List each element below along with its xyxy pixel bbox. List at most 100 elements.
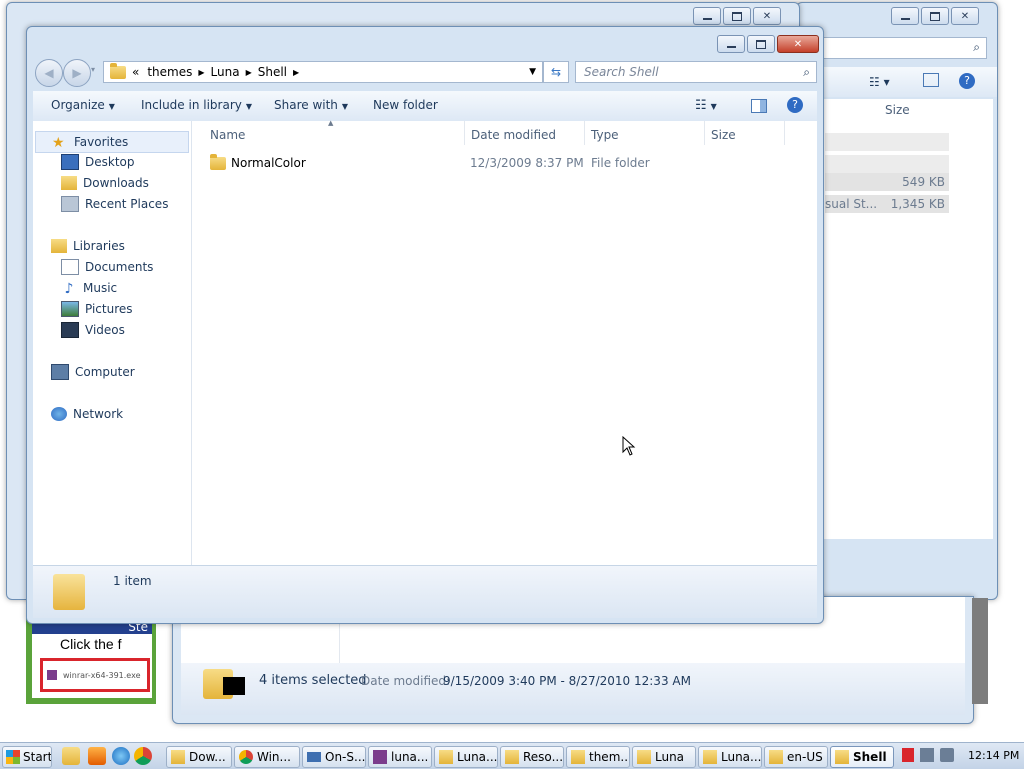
breadcrumb-prefix[interactable]: « <box>132 65 139 79</box>
taskbar-item-active[interactable]: Shell <box>830 746 894 768</box>
help-icon[interactable]: ? <box>959 73 975 89</box>
address-dropdown-icon[interactable]: ▼ <box>529 67 536 77</box>
breadcrumb-separator-icon[interactable]: ▶ <box>246 68 252 77</box>
nav-recent-places[interactable]: Recent Places <box>61 194 168 214</box>
nav-favorites[interactable]: ★ Favorites <box>35 131 189 153</box>
search-input[interactable]: Search Shell <box>584 65 659 79</box>
media-player-quicklaunch-icon[interactable] <box>88 747 106 765</box>
recent-pages-dropdown[interactable]: ▾ <box>91 65 95 74</box>
explorer-quicklaunch-icon[interactable] <box>62 747 80 765</box>
column-type[interactable]: Type <box>591 128 619 142</box>
column-name[interactable]: Name <box>210 128 245 142</box>
file-row[interactable]: NormalColor 12/3/2009 8:37 PM File folde… <box>206 153 806 173</box>
minimize-icon[interactable] <box>717 35 745 53</box>
windows-logo-icon <box>6 750 20 764</box>
breadcrumb-shell[interactable]: Shell <box>258 65 287 79</box>
taskbar-item[interactable]: Luna... <box>434 746 498 768</box>
breadcrumb-separator-icon[interactable]: ▶ <box>293 68 299 77</box>
taskbar-item[interactable]: Luna <box>632 746 696 768</box>
row-size: 549 KB <box>902 175 945 189</box>
background-file-box[interactable]: winrar-x64-391.exe <box>40 658 150 692</box>
network-icon[interactable] <box>920 748 934 762</box>
list-row[interactable]: 549 KB <box>825 173 949 191</box>
taskbar-item[interactable]: en-US <box>764 746 828 768</box>
flag-icon[interactable] <box>902 748 914 762</box>
address-bar[interactable]: « themes ▶ Luna ▶ Shell ▶ ▼ <box>103 61 543 83</box>
nav-music[interactable]: ♪ Music <box>61 278 118 298</box>
close-icon[interactable]: ✕ <box>753 7 781 25</box>
taskbar-item-label: Dow... <box>189 750 226 764</box>
nav-documents[interactable]: Documents <box>61 257 153 277</box>
forward-arrow-icon: ▶ <box>72 66 82 80</box>
share-with-button[interactable]: Share with ▼ <box>274 98 348 112</box>
minimize-icon[interactable] <box>891 7 919 25</box>
preview-pane-button[interactable] <box>751 99 767 113</box>
taskbar-item[interactable]: Reso... <box>500 746 564 768</box>
close-icon[interactable]: ✕ <box>951 7 979 25</box>
start-button[interactable]: Start <box>2 746 52 768</box>
preview-pane-icon <box>760 100 766 112</box>
nav-videos[interactable]: Videos <box>61 320 125 340</box>
taskbar-item-label: Luna... <box>457 750 498 764</box>
include-in-library-button[interactable]: Include in library ▼ <box>141 98 252 112</box>
column-date-modified[interactable]: Date modified <box>471 128 556 142</box>
taskbar: Start Dow... Win... On-S... luna... Luna… <box>0 742 1024 769</box>
sort-indicator-icon: ▲ <box>328 119 334 127</box>
folder-icon <box>171 750 185 764</box>
nav-libraries[interactable]: Libraries <box>51 236 125 256</box>
breadcrumb-luna[interactable]: Luna <box>211 65 240 79</box>
nav-computer-label: Computer <box>75 365 135 379</box>
nav-desktop[interactable]: Desktop <box>61 152 135 172</box>
taskbar-item[interactable]: Luna... <box>698 746 762 768</box>
background-file-name: winrar-x64-391.exe <box>63 670 141 680</box>
new-folder-button[interactable]: New folder <box>373 98 438 112</box>
folder-icon <box>835 750 849 764</box>
winrar-icon <box>47 670 57 680</box>
command-bar: Organize ▼ Include in library ▼ Share with… <box>33 91 817 122</box>
help-button[interactable]: ? <box>787 97 803 113</box>
change-view-button[interactable]: ☷ ▼ <box>695 98 717 113</box>
column-size[interactable]: Size <box>711 128 736 142</box>
background-content: Click the f winrar-x64-391.exe <box>32 634 152 698</box>
nav-network-label: Network <box>73 407 124 421</box>
nav-pictures[interactable]: Pictures <box>61 299 133 319</box>
taskbar-item[interactable]: On-S... <box>302 746 366 768</box>
breadcrumb-separator-icon[interactable]: ▶ <box>198 68 204 77</box>
preview-pane-icon[interactable] <box>923 73 939 87</box>
maximize-icon[interactable] <box>723 7 751 25</box>
libraries-icon <box>51 239 67 253</box>
nav-pictures-label: Pictures <box>85 302 133 316</box>
refresh-button[interactable]: ⇆ <box>543 61 569 83</box>
nav-downloads[interactable]: Downloads <box>61 173 149 193</box>
taskbar-item[interactable]: them... <box>566 746 630 768</box>
column-separator <box>704 121 705 145</box>
folder-icon <box>571 750 585 764</box>
taskbar-item[interactable]: luna... <box>368 746 432 768</box>
nav-favorites-label: Favorites <box>74 135 129 149</box>
close-icon[interactable]: ✕ <box>777 35 819 53</box>
taskbar-item[interactable]: Dow... <box>166 746 232 768</box>
clock[interactable]: 12:14 PM <box>968 749 1019 762</box>
nav-network[interactable]: Network <box>51 404 123 424</box>
nav-downloads-label: Downloads <box>83 176 149 190</box>
internet-explorer-icon[interactable] <box>112 747 130 765</box>
forward-button[interactable]: ▶ <box>63 59 91 87</box>
taskbar-item[interactable]: Win... <box>234 746 300 768</box>
list-row[interactable]: sual St... 1,345 KB <box>825 195 949 213</box>
maximize-icon[interactable] <box>747 35 775 53</box>
search-box[interactable]: Search Shell ⌕ <box>575 61 817 83</box>
volume-icon[interactable] <box>940 748 954 762</box>
background-window-right-search[interactable]: ⌕ <box>817 37 987 59</box>
back-button[interactable]: ◀ <box>35 59 63 87</box>
chrome-icon[interactable] <box>134 747 152 765</box>
maximize-icon[interactable] <box>921 7 949 25</box>
nav-computer[interactable]: Computer <box>51 362 135 382</box>
organize-button[interactable]: Organize ▼ <box>51 98 115 112</box>
views-icon[interactable]: ☷ ▾ <box>869 75 890 89</box>
breadcrumb-themes[interactable]: themes <box>147 65 192 79</box>
chrome-icon <box>239 750 253 764</box>
column-separator <box>584 121 585 145</box>
organize-label: Organize <box>51 98 105 112</box>
column-size-header[interactable]: Size <box>885 103 910 117</box>
minimize-icon[interactable] <box>693 7 721 25</box>
